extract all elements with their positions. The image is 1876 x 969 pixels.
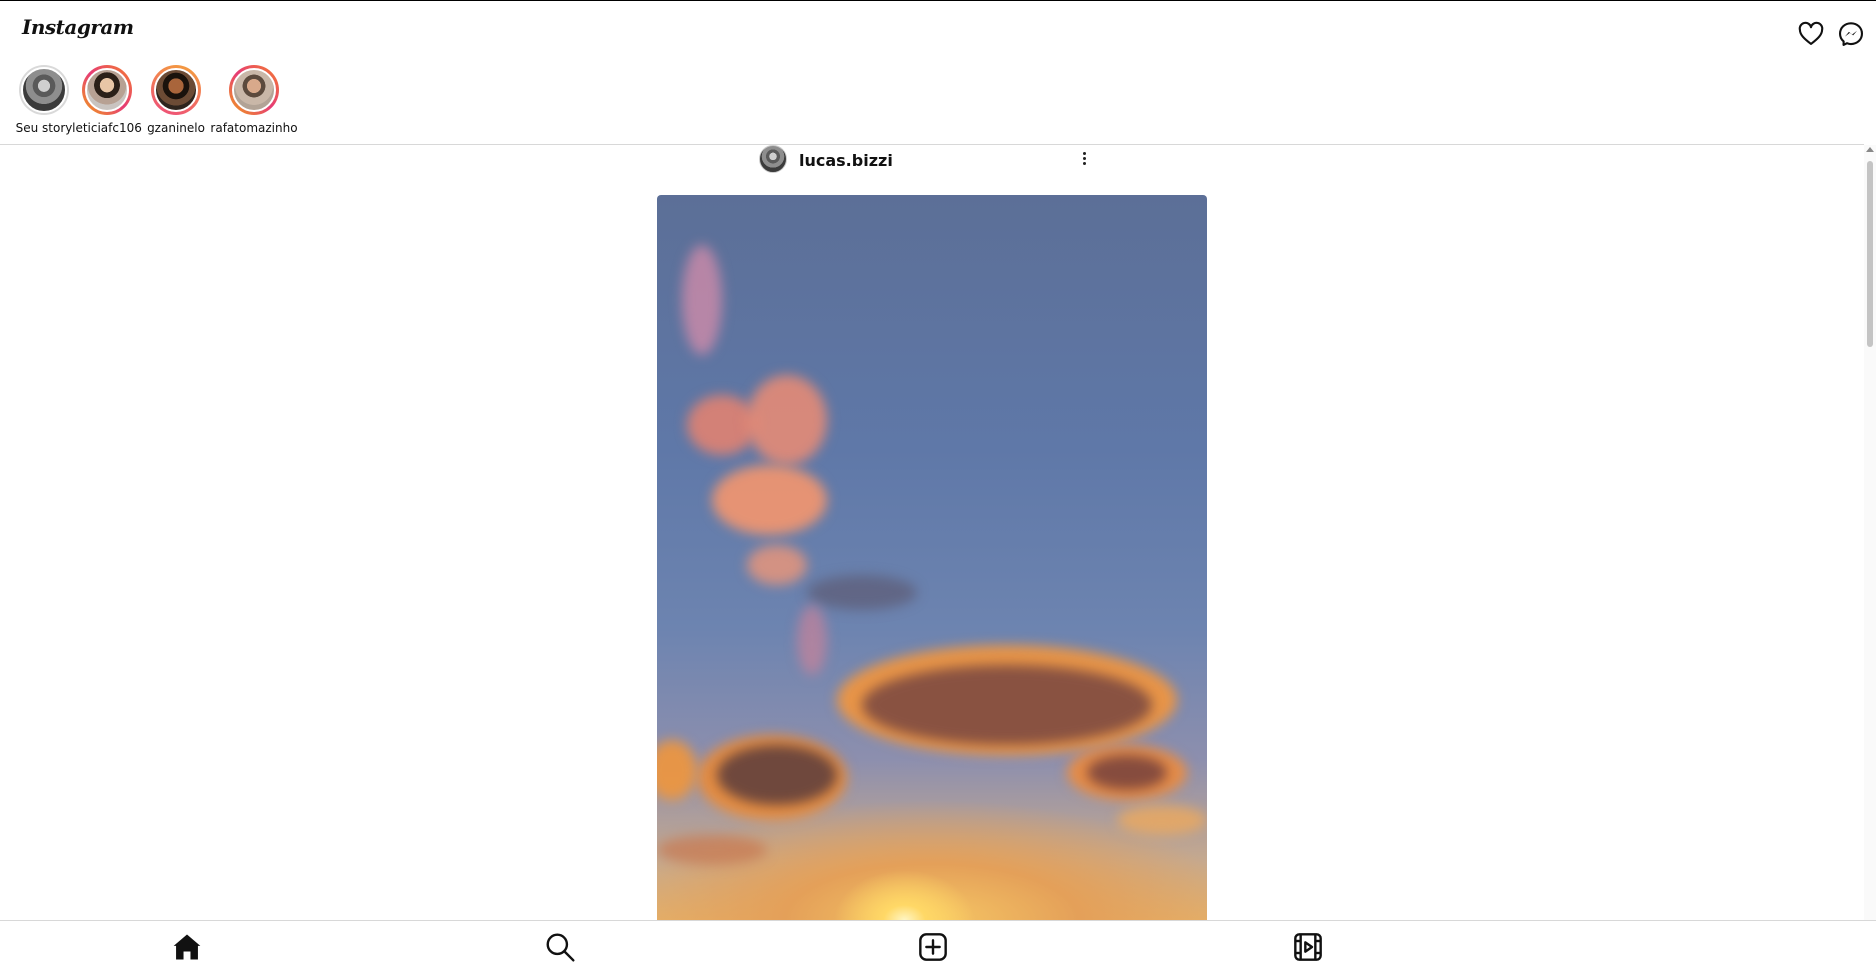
avatar xyxy=(21,67,67,113)
reels-icon[interactable] xyxy=(1292,931,1324,963)
post-avatar[interactable] xyxy=(759,145,787,173)
story-gzaninelo[interactable]: gzaninelo xyxy=(132,65,220,135)
new-post-icon[interactable] xyxy=(917,931,949,963)
page-scrollbar[interactable] xyxy=(1864,145,1876,920)
story-rafatomazinho[interactable]: rafatomazinho xyxy=(210,65,298,135)
heart-icon[interactable] xyxy=(1797,20,1825,48)
post-header: lucas.bizzi xyxy=(759,144,1089,174)
story-ring xyxy=(19,65,69,115)
search-icon[interactable] xyxy=(544,931,576,963)
messenger-icon[interactable] xyxy=(1837,20,1865,48)
story-username: gzaninelo xyxy=(147,121,205,135)
post-image[interactable] xyxy=(657,195,1207,920)
scroll-thumb[interactable] xyxy=(1867,161,1873,347)
story-username: rafatomazinho xyxy=(210,121,298,135)
scroll-up-arrow[interactable] xyxy=(1866,147,1874,152)
instagram-logo[interactable]: Instagram xyxy=(22,15,134,39)
post-username[interactable]: lucas.bizzi xyxy=(799,151,893,170)
avatar xyxy=(232,68,276,112)
story-ring xyxy=(82,65,132,115)
avatar xyxy=(85,68,129,112)
more-vertical-icon[interactable] xyxy=(1079,151,1089,167)
bottom-navigation xyxy=(0,920,1876,969)
home-icon[interactable] xyxy=(171,931,203,963)
avatar xyxy=(154,68,198,112)
top-header: Instagram Seu story leticiafc106 gzanine… xyxy=(0,1,1876,145)
story-ring xyxy=(229,65,279,115)
story-ring xyxy=(151,65,201,115)
